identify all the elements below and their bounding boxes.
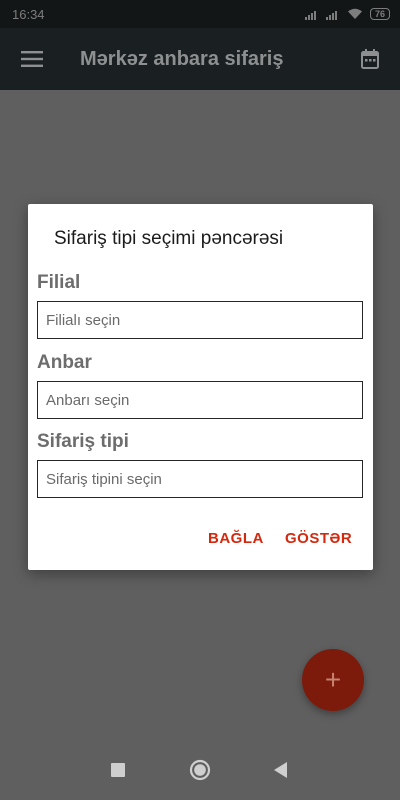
circle-home-icon[interactable] [188, 758, 212, 782]
signal-icon [304, 10, 316, 20]
branch-select-field[interactable] [37, 301, 363, 339]
branch-label: Filial [37, 272, 81, 293]
calendar-icon[interactable] [340, 28, 400, 90]
add-icon: + [324, 664, 342, 695]
wifi-icon [347, 8, 362, 19]
signal-icon [325, 10, 337, 20]
square-recents-icon[interactable] [106, 758, 130, 782]
order-type-dialog: Sifariş tipi seçimi pəncərəsi Filial Anb… [28, 204, 373, 570]
status-icons: 76 [304, 8, 390, 20]
app-bar: Mərkəz anbara sifariş [0, 28, 400, 90]
show-button[interactable]: GÖSTƏR [285, 530, 352, 547]
page-title: Mərkəz anbara sifariş [80, 47, 284, 70]
hamburger-menu-icon[interactable] [0, 28, 64, 90]
order-type-select-field[interactable] [37, 460, 363, 498]
status-bar: 16:34 76 [0, 0, 400, 28]
warehouse-label: Anbar [37, 352, 92, 373]
battery-icon: 76 [369, 8, 390, 20]
triangle-back-icon[interactable] [269, 758, 293, 782]
dialog-title: Sifariş tipi seçimi pəncərəsi [54, 228, 284, 249]
status-time: 16:34 [12, 6, 45, 22]
close-button[interactable]: BAĞLA [208, 530, 264, 547]
warehouse-select-field[interactable] [37, 381, 363, 419]
system-nav-bar [0, 740, 400, 800]
add-button[interactable]: + [302, 649, 364, 711]
order-type-label: Sifariş tipi [37, 431, 129, 452]
